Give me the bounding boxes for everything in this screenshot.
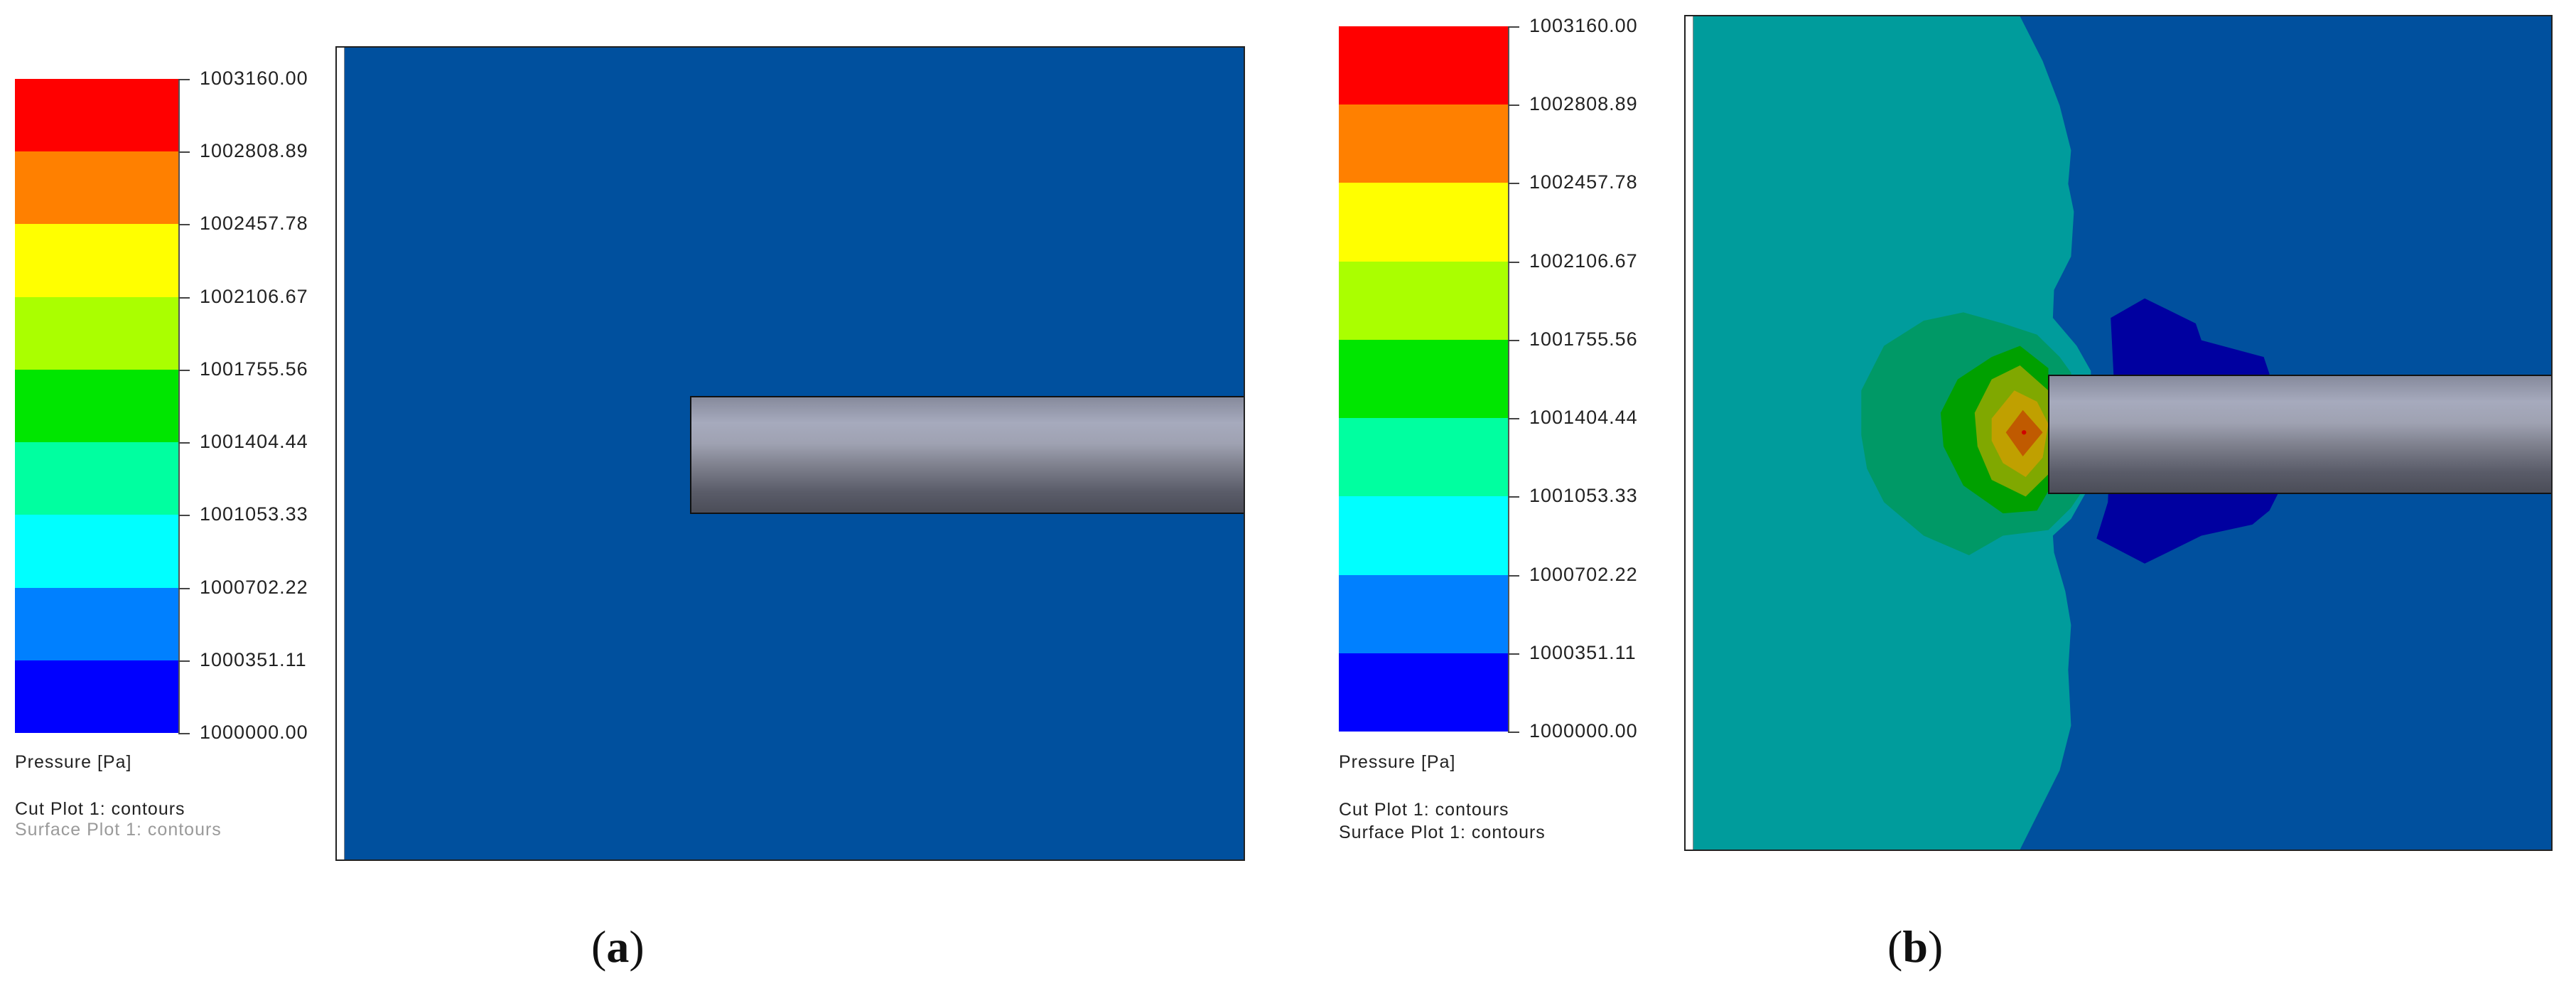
surface-plot-label: Surface Plot 1: contours <box>1339 823 1546 842</box>
viewport-edge <box>337 48 345 859</box>
cut-plot-label: Cut Plot 1: contours <box>15 799 185 819</box>
tick-mark <box>1508 574 1519 577</box>
tick-label: 1001404.44 <box>200 431 308 453</box>
panel-b-contour-plot <box>1684 15 2553 851</box>
tick-label: 1001755.56 <box>200 358 308 380</box>
color-scale-bar <box>15 79 180 733</box>
tick-mark <box>1508 653 1519 655</box>
tick-mark <box>178 79 190 80</box>
contour-peak-point <box>2022 430 2027 435</box>
tick-mark <box>1508 183 1519 185</box>
color-band <box>1339 496 1508 575</box>
color-band <box>15 587 178 660</box>
tick-label: 1001053.33 <box>1529 485 1638 507</box>
tick-label: 1002106.67 <box>1529 250 1638 272</box>
tick-label: 1001755.56 <box>1529 328 1638 350</box>
color-band <box>15 442 178 515</box>
caption-paren: ) <box>629 921 645 972</box>
surface-plot-label: Surface Plot 1: contours <box>15 820 222 840</box>
color-band <box>1339 418 1508 497</box>
tick-mark <box>178 515 190 517</box>
color-scale-bar <box>1339 26 1509 732</box>
color-band <box>15 224 178 297</box>
tick-mark <box>1508 261 1519 263</box>
caption-a: (a) <box>591 921 645 973</box>
tick-label: 1000702.22 <box>1529 563 1638 585</box>
caption-letter: a <box>606 921 630 972</box>
tick-label: 1000351.11 <box>1529 641 1637 663</box>
tick-label: 1001404.44 <box>1529 407 1638 429</box>
color-band <box>1339 261 1508 340</box>
tick-mark <box>178 587 190 589</box>
tick-label: 1000000.00 <box>1529 720 1638 741</box>
caption-letter: b <box>1902 921 1928 972</box>
tick-mark <box>1508 339 1519 341</box>
caption-paren: ) <box>1927 921 1944 972</box>
caption-b: (b) <box>1887 921 1943 973</box>
tick-mark <box>178 442 190 444</box>
panel-a-contour-plot <box>335 46 1245 861</box>
color-band <box>1339 574 1508 653</box>
tick-label: 1003160.00 <box>200 68 308 89</box>
tick-label: 1002808.89 <box>1529 93 1638 115</box>
tick-mark <box>178 733 190 734</box>
tick-mark <box>178 296 190 299</box>
color-band <box>15 151 178 225</box>
cut-plot-label: Cut Plot 1: contours <box>1339 800 1509 820</box>
caption-paren: ( <box>1887 921 1903 972</box>
legend-unit-label: Pressure [Pa] <box>1339 752 1456 772</box>
rod-body <box>2048 375 2551 494</box>
color-band <box>1339 105 1508 183</box>
tick-mark <box>178 369 190 371</box>
legend-unit-label: Pressure [Pa] <box>15 752 132 772</box>
tick-label: 1000000.00 <box>200 722 308 743</box>
color-band <box>15 660 178 733</box>
tick-mark <box>178 224 190 226</box>
tick-mark <box>1508 496 1519 498</box>
tick-mark <box>1508 418 1519 420</box>
tick-mark <box>1508 26 1519 28</box>
tick-label: 1000702.22 <box>200 576 308 598</box>
tick-label: 1003160.00 <box>1529 15 1638 36</box>
color-band <box>1339 183 1508 262</box>
tick-label: 1002808.89 <box>200 140 308 162</box>
color-band <box>15 79 178 152</box>
caption-paren: ( <box>591 921 607 972</box>
tick-label: 1001053.33 <box>200 503 308 525</box>
tick-label: 1002106.67 <box>200 285 308 307</box>
color-band <box>15 296 178 370</box>
tick-mark <box>178 660 190 662</box>
tick-mark <box>1508 105 1519 107</box>
color-band <box>1339 26 1508 105</box>
color-band <box>1339 653 1508 732</box>
color-band <box>15 369 178 443</box>
color-band <box>15 515 178 588</box>
rod-body <box>690 396 1244 514</box>
tick-mark <box>1508 732 1519 733</box>
tick-mark <box>178 151 190 154</box>
tick-label: 1002457.78 <box>1529 171 1638 193</box>
tick-label: 1000351.11 <box>200 648 307 670</box>
viewport-edge <box>1686 16 1693 850</box>
tick-label: 1002457.78 <box>200 213 308 235</box>
color-band <box>1339 339 1508 419</box>
